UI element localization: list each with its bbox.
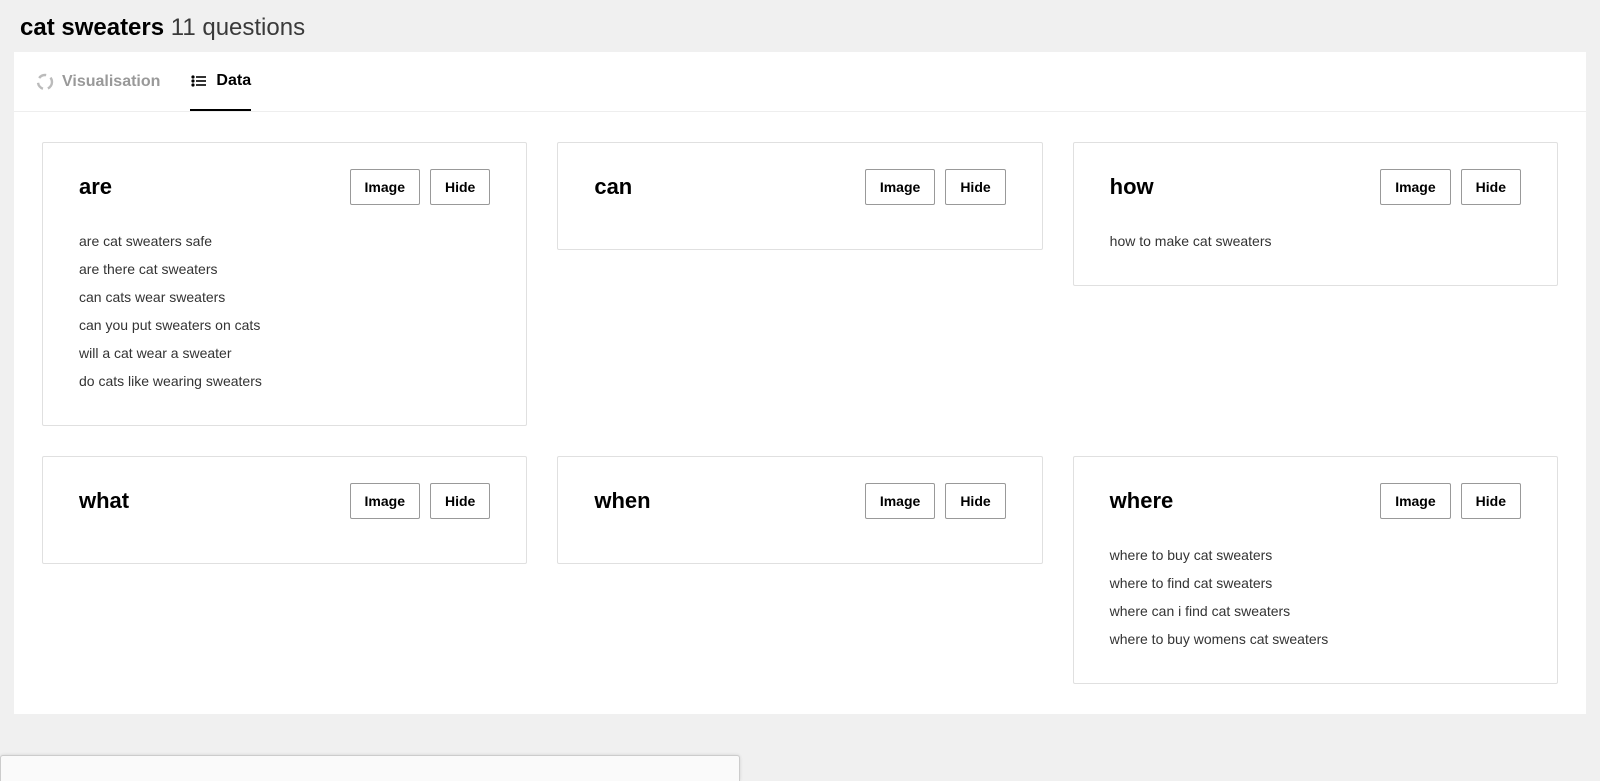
card-head: when Image Hide bbox=[594, 483, 1005, 519]
hide-button[interactable]: Hide bbox=[1461, 483, 1521, 519]
tabs: Visualisation Data bbox=[14, 52, 1586, 112]
card-can: can Image Hide bbox=[557, 142, 1042, 250]
card-what: what Image Hide bbox=[42, 456, 527, 564]
card-buttons: Image Hide bbox=[350, 169, 491, 205]
card-are: are Image Hide are cat sweaters safeare the… bbox=[42, 142, 527, 426]
cards-grid: are Image Hide are cat sweaters safeare the… bbox=[14, 112, 1586, 714]
card-buttons: Image Hide bbox=[865, 483, 1006, 519]
card-title: how bbox=[1110, 174, 1154, 200]
card-buttons: Image Hide bbox=[1380, 169, 1521, 205]
image-button[interactable]: Image bbox=[1380, 169, 1450, 205]
results-panel: Visualisation Data are Image Hide are cat s… bbox=[14, 52, 1586, 714]
hide-button[interactable]: Hide bbox=[1461, 169, 1521, 205]
list-item[interactable]: where to find cat sweaters bbox=[1110, 569, 1521, 597]
list-item[interactable]: where to buy cat sweaters bbox=[1110, 541, 1521, 569]
card-title: when bbox=[594, 488, 650, 514]
tab-data-label: Data bbox=[216, 72, 251, 90]
hide-button[interactable]: Hide bbox=[945, 169, 1005, 205]
list-item[interactable]: do cats like wearing sweaters bbox=[79, 367, 490, 395]
question-list: where to buy cat sweaterswhere to find c… bbox=[1110, 541, 1521, 653]
page-header: cat sweaters 11 questions bbox=[0, 0, 1600, 52]
list-item[interactable]: can cats wear sweaters bbox=[79, 283, 490, 311]
question-count: 11 questions bbox=[171, 14, 305, 41]
card-buttons: Image Hide bbox=[350, 483, 491, 519]
card-title: what bbox=[79, 488, 129, 514]
image-button[interactable]: Image bbox=[865, 483, 935, 519]
card-head: can Image Hide bbox=[594, 169, 1005, 205]
list-item[interactable]: where can i find cat sweaters bbox=[1110, 597, 1521, 625]
list-item[interactable]: can you put sweaters on cats bbox=[79, 311, 490, 339]
image-button[interactable]: Image bbox=[350, 483, 420, 519]
image-button[interactable]: Image bbox=[350, 169, 420, 205]
card-buttons: Image Hide bbox=[865, 169, 1006, 205]
list-item[interactable]: how to make cat sweaters bbox=[1110, 227, 1521, 255]
hide-button[interactable]: Hide bbox=[430, 169, 490, 205]
card-title: where bbox=[1110, 488, 1174, 514]
card-how: how Image Hide how to make cat sweaters bbox=[1073, 142, 1558, 286]
page-title: cat sweaters 11 questions bbox=[20, 14, 1580, 42]
hide-button[interactable]: Hide bbox=[945, 483, 1005, 519]
list-item[interactable]: are there cat sweaters bbox=[79, 255, 490, 283]
card-when: when Image Hide bbox=[557, 456, 1042, 564]
search-term: cat sweaters bbox=[20, 14, 164, 41]
card-head: where Image Hide bbox=[1110, 483, 1521, 519]
tab-visualisation[interactable]: Visualisation bbox=[36, 52, 160, 111]
list-icon bbox=[190, 72, 208, 90]
card-head: how Image Hide bbox=[1110, 169, 1521, 205]
list-item[interactable]: are cat sweaters safe bbox=[79, 227, 490, 255]
question-list: how to make cat sweaters bbox=[1110, 227, 1521, 255]
card-title: are bbox=[79, 174, 112, 200]
card-head: what Image Hide bbox=[79, 483, 490, 519]
image-button[interactable]: Image bbox=[1380, 483, 1450, 519]
question-list: are cat sweaters safeare there cat sweat… bbox=[79, 227, 490, 395]
list-item[interactable]: will a cat wear a sweater bbox=[79, 339, 490, 367]
tab-data[interactable]: Data bbox=[190, 52, 251, 111]
card-where: whereImageHidewhere to buy cat sweatersw… bbox=[1073, 456, 1558, 684]
hide-button[interactable]: Hide bbox=[430, 483, 490, 519]
list-item[interactable]: where to buy womens cat sweaters bbox=[1110, 625, 1521, 653]
image-button[interactable]: Image bbox=[865, 169, 935, 205]
iframe-placeholder bbox=[0, 755, 740, 781]
card-buttons: Image Hide bbox=[1380, 483, 1521, 519]
spinner-icon bbox=[36, 73, 54, 91]
card-title: can bbox=[594, 174, 632, 200]
tab-visualisation-label: Visualisation bbox=[62, 73, 160, 91]
card-head: are Image Hide bbox=[79, 169, 490, 205]
